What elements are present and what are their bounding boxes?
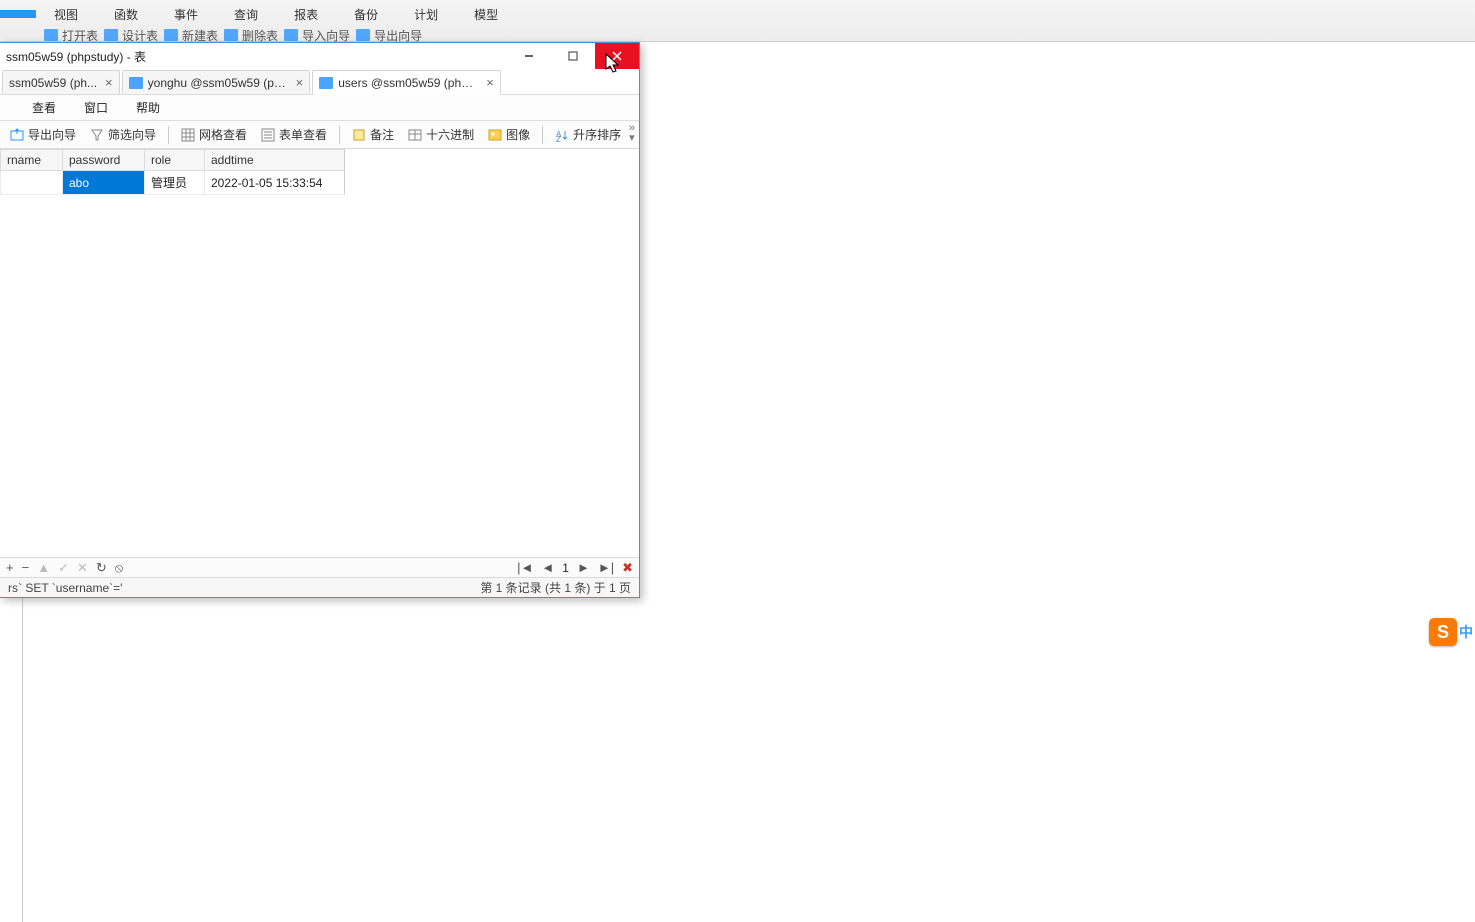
filter-icon: [90, 128, 104, 142]
separator: [542, 126, 543, 144]
cell-addtime[interactable]: 2022-01-05 15:33:54: [205, 171, 345, 195]
menu-query[interactable]: 查询: [216, 2, 276, 27]
maximize-button[interactable]: [551, 43, 595, 69]
nav-up-button[interactable]: ▲: [37, 560, 50, 575]
toolbar-import[interactable]: 导入向导: [284, 28, 350, 42]
column-header-username[interactable]: rname: [1, 150, 63, 171]
nav-last-button[interactable]: ►|: [598, 560, 614, 575]
export-icon: [10, 128, 24, 142]
form-view-button[interactable]: 表单查看: [255, 124, 333, 145]
memo-button[interactable]: 备注: [346, 124, 400, 145]
cell-password[interactable]: abo: [63, 171, 145, 195]
table-row[interactable]: abo 管理员 2022-01-05 15:33:54: [1, 171, 345, 195]
main-window-header: 视图 函数 事件 查询 报表 备份 计划 模型 打开表 设计表 新建表 删除表 …: [0, 0, 1475, 42]
table-icon: [356, 29, 370, 41]
cell-role[interactable]: 管理员: [145, 171, 205, 195]
table-icon: [104, 29, 118, 41]
hex-icon: [408, 128, 422, 142]
column-header-password[interactable]: password: [63, 150, 145, 171]
memo-icon: [352, 128, 366, 142]
menu-event[interactable]: 事件: [156, 2, 216, 27]
toolbar-delete[interactable]: 删除表: [224, 28, 278, 42]
table-icon: [129, 77, 143, 89]
nav-tool-button[interactable]: ✖: [622, 560, 633, 576]
sort-asc-icon: AZ: [555, 128, 569, 142]
separator: [168, 126, 169, 144]
ime-indicator[interactable]: S 中: [1429, 618, 1473, 646]
nav-add-button[interactable]: +: [6, 560, 14, 575]
toolbar-new[interactable]: 新建表: [164, 28, 218, 42]
table-icon: [164, 29, 178, 41]
close-button[interactable]: [595, 43, 639, 69]
editor-toolbar: 导出向导 筛选向导 网格查看 表单查看 备注 十六进制 图像: [0, 121, 639, 149]
nav-prev-button[interactable]: ◄: [541, 560, 554, 575]
menu-function[interactable]: 函数: [96, 2, 156, 27]
main-menu-bar: 视图 函数 事件 查询 报表 备份 计划 模型: [0, 0, 1475, 28]
column-header-role[interactable]: role: [145, 150, 205, 171]
tab-close-icon[interactable]: ×: [296, 75, 304, 90]
grid-view-button[interactable]: 网格查看: [175, 124, 253, 145]
submenu-view[interactable]: 查看: [18, 99, 70, 116]
tab-3[interactable]: users @ssm05w59 (phps... ×: [312, 70, 501, 95]
status-bar: rs` SET `username`=' 第 1 条记录 (共 1 条) 于 1…: [0, 577, 639, 597]
export-wizard-button[interactable]: 导出向导: [4, 124, 82, 145]
data-grid[interactable]: rname password role addtime abo 管理员 2022…: [0, 149, 639, 557]
nav-remove-button[interactable]: −: [22, 560, 30, 575]
tab-close-icon[interactable]: ×: [105, 75, 113, 90]
image-icon: [488, 128, 502, 142]
menu-view[interactable]: 视图: [36, 2, 96, 27]
table-icon: [224, 29, 238, 41]
nav-first-button[interactable]: |◄: [517, 560, 533, 575]
menu-model[interactable]: 模型: [456, 2, 516, 27]
nav-next-button[interactable]: ►: [577, 560, 590, 575]
submenu-help[interactable]: 帮助: [122, 99, 174, 116]
table-icon: [319, 77, 333, 89]
nav-refresh-button[interactable]: ↻: [96, 560, 107, 576]
menu-backup[interactable]: 备份: [336, 2, 396, 27]
nav-check-button[interactable]: ✓: [58, 560, 69, 576]
tab-2[interactable]: yonghu @ssm05w59 (ph... ×: [122, 70, 311, 94]
table-editor-window: ssm05w59 (phpstudy) - 表 ssm05w59 (ph... …: [0, 42, 640, 598]
record-nav-bar: + − ▲ ✓ ✕ ↻ ⦸ |◄ ◄ 1 ► ►| ✖: [0, 557, 639, 577]
status-record-count: 第 1 条记录 (共 1 条) 于 1 页: [480, 579, 631, 596]
sort-asc-button[interactable]: AZ 升序排序: [549, 124, 627, 145]
menu-report[interactable]: 报表: [276, 2, 336, 27]
minimize-button[interactable]: [507, 43, 551, 69]
status-sql: rs` SET `username`=': [8, 581, 122, 595]
separator: [339, 126, 340, 144]
submenu-window[interactable]: 窗口: [70, 99, 122, 116]
ime-language: 中: [1459, 622, 1473, 642]
main-menu-active[interactable]: [0, 10, 36, 18]
tab-close-icon[interactable]: ×: [486, 75, 494, 90]
nav-page-number: 1: [562, 561, 569, 575]
cell-username[interactable]: [1, 171, 63, 195]
editor-menu-bar: 查看 窗口 帮助: [0, 95, 639, 121]
main-toolbar: 打开表 设计表 新建表 删除表 导入向导 导出向导: [0, 28, 1475, 42]
toolbar-export[interactable]: 导出向导: [356, 28, 422, 42]
toolbar-open[interactable]: 打开表: [44, 28, 98, 42]
tab-label: ssm05w59 (ph...: [9, 76, 97, 90]
form-icon: [261, 128, 275, 142]
tab-1[interactable]: ssm05w59 (ph... ×: [2, 70, 120, 94]
toolbar-overflow-button[interactable]: »▾: [629, 123, 635, 143]
table-icon: [44, 29, 58, 41]
menu-schedule[interactable]: 计划: [396, 2, 456, 27]
hex-button[interactable]: 十六进制: [402, 124, 480, 145]
nav-cancel-button[interactable]: ✕: [77, 560, 88, 576]
tab-bar: ssm05w59 (ph... × yonghu @ssm05w59 (ph..…: [0, 69, 639, 95]
column-header-addtime[interactable]: addtime: [205, 150, 345, 171]
window-controls: [507, 43, 639, 69]
image-button[interactable]: 图像: [482, 124, 536, 145]
grid-icon: [181, 128, 195, 142]
tab-label: users @ssm05w59 (phps...: [338, 76, 478, 90]
window-title: ssm05w59 (phpstudy) - 表: [0, 48, 507, 65]
tab-label: yonghu @ssm05w59 (ph...: [148, 76, 288, 90]
title-bar[interactable]: ssm05w59 (phpstudy) - 表: [0, 43, 639, 69]
sogou-logo-icon: S: [1429, 618, 1457, 646]
nav-stop-button[interactable]: ⦸: [115, 560, 123, 576]
toolbar-design[interactable]: 设计表: [104, 28, 158, 42]
filter-wizard-button[interactable]: 筛选向导: [84, 124, 162, 145]
table-icon: [284, 29, 298, 41]
svg-text:Z: Z: [556, 135, 561, 142]
